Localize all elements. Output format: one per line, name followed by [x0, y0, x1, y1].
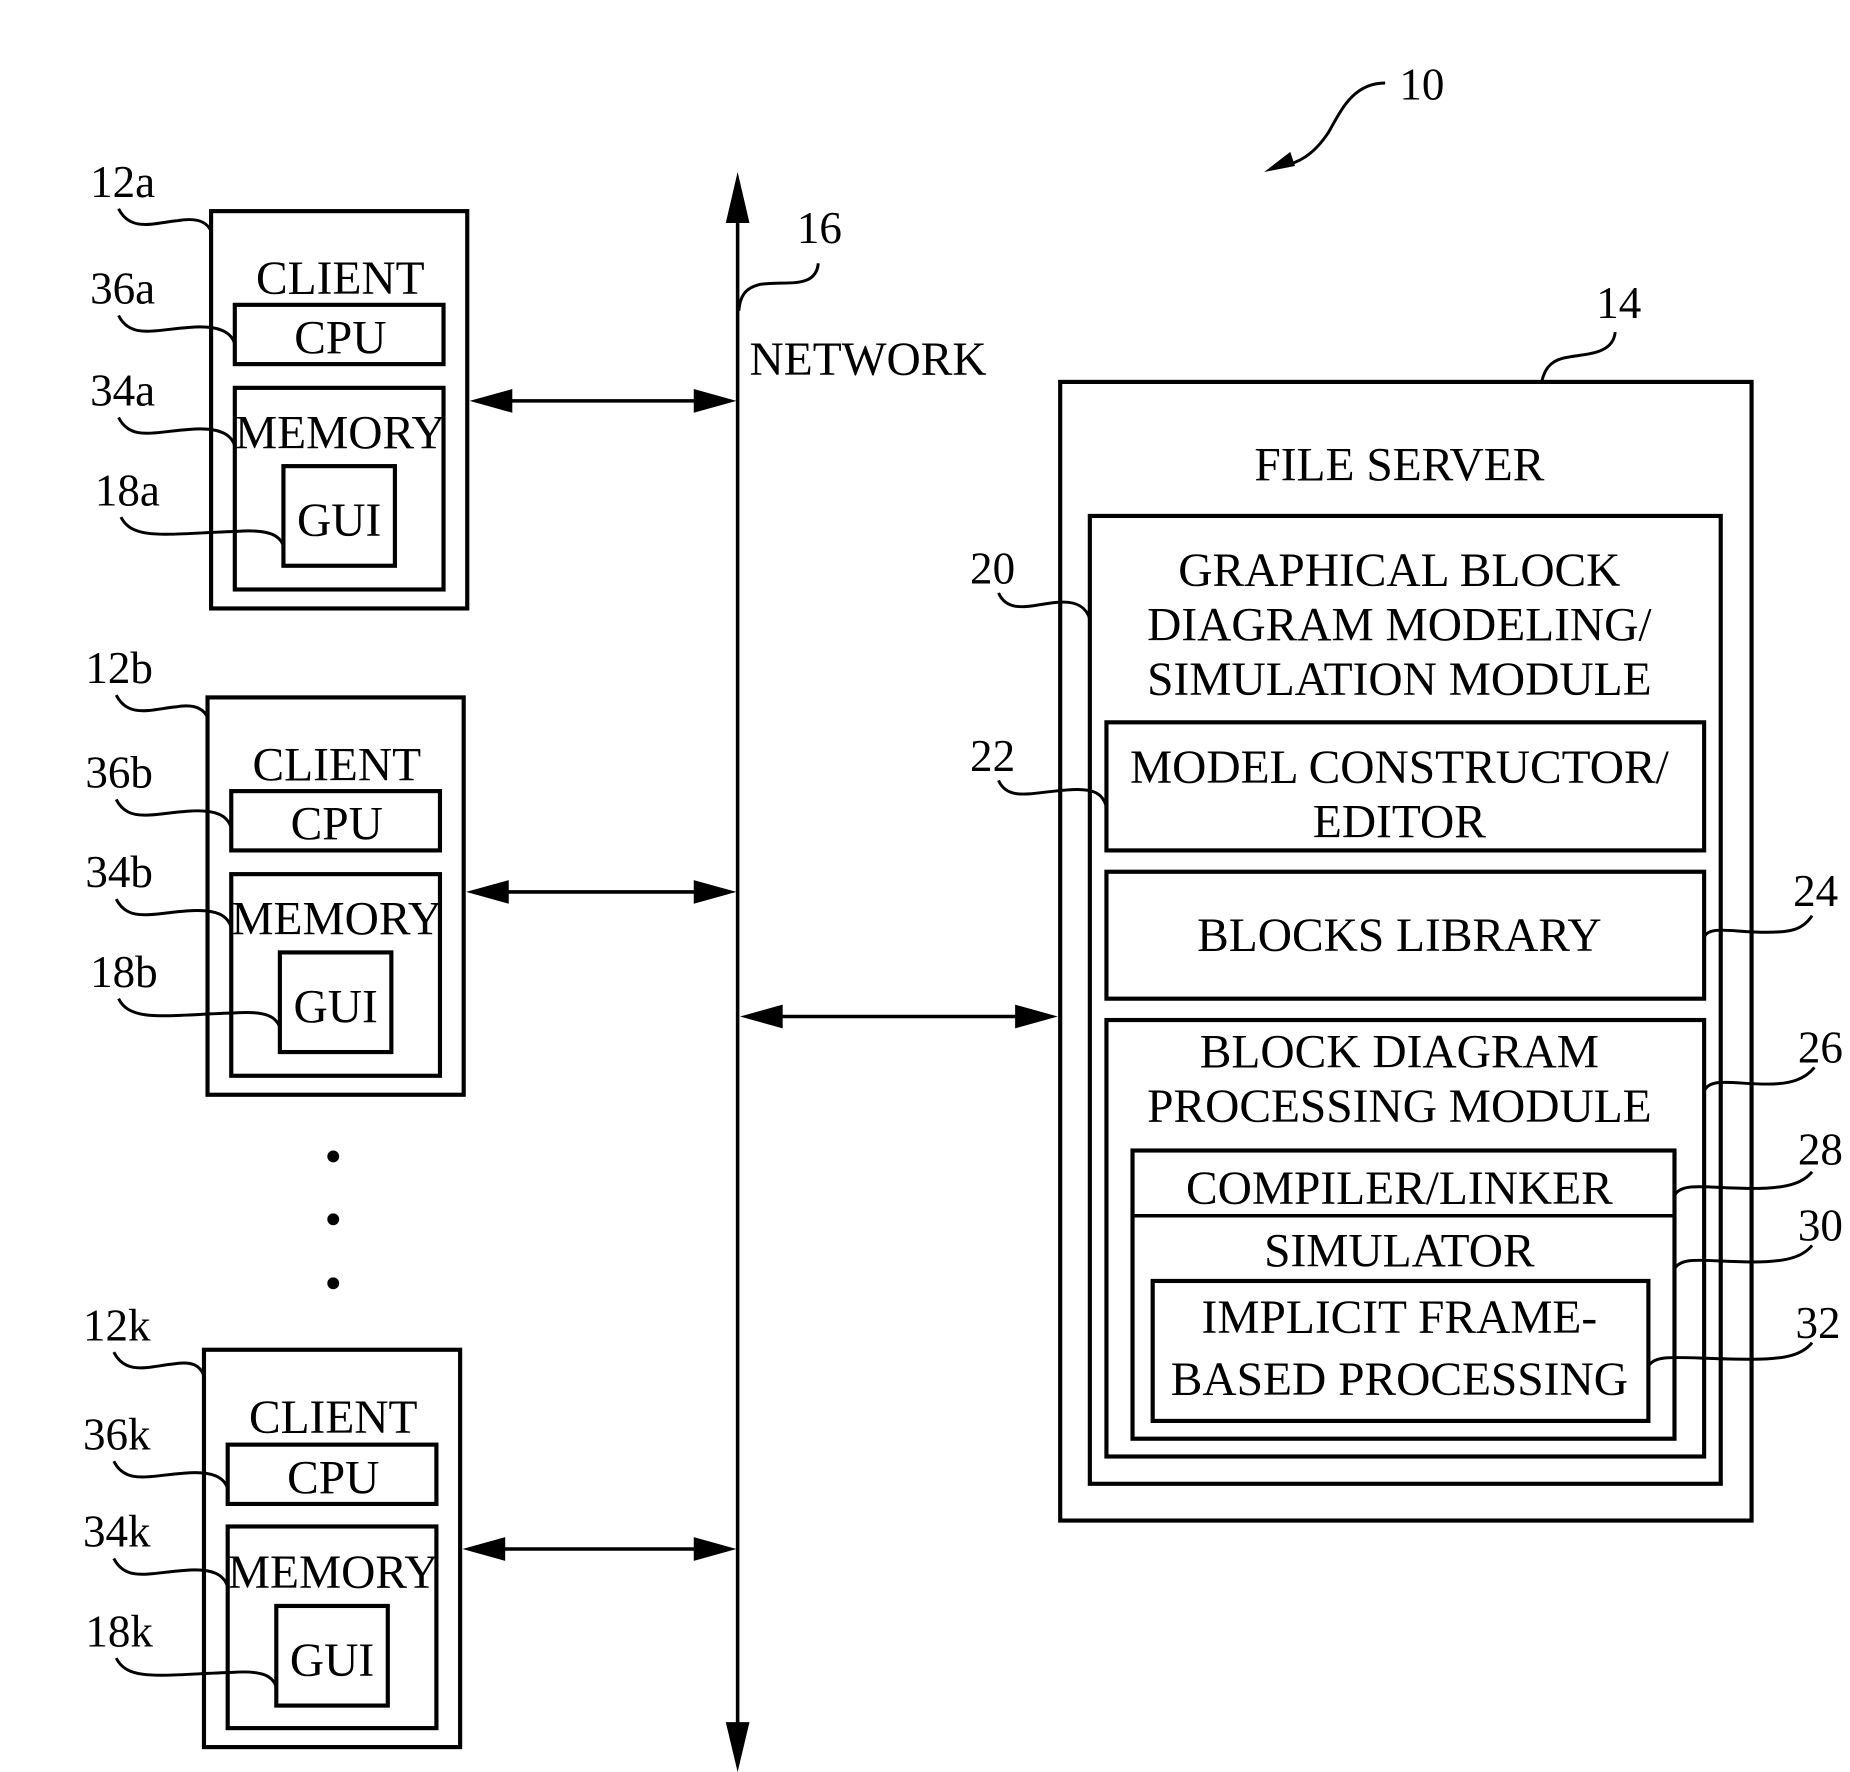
client-a: CLIENT CPU MEMORY GUI 12a 36a 34a 18a [90, 157, 737, 611]
implicit-processing-line-1: IMPLICIT FRAME- [1202, 1292, 1598, 1344]
client-k: CLIENT CPU MEMORY GUI 12k 36k 34k 18k [83, 1300, 737, 1750]
processing-module-line-1: BLOCK DIAGRAM [1200, 1026, 1599, 1078]
client-a-link-arrow-right-icon [693, 389, 737, 413]
client-b-memory-ref: 34b [85, 847, 153, 897]
client-a-cpu-label: CPU [294, 312, 386, 364]
model-constructor-line-2: EDITOR [1313, 796, 1486, 848]
client-a-title: CLIENT [256, 253, 425, 305]
client-a-gui-label: GUI [297, 495, 381, 547]
network-down-arrow-icon [725, 1722, 750, 1772]
client-b-title: CLIENT [253, 739, 422, 791]
client-b: CLIENT CPU MEMORY GUI 12b 36b 34b 18b [85, 643, 737, 1097]
processing-module-line-2: PROCESSING MODULE [1147, 1081, 1652, 1133]
file-server: FILE SERVER 14 GRAPHICAL BLOCK DIAGRAM M… [970, 278, 1843, 1523]
model-constructor-line-1: MODEL CONSTRUCTOR/ [1130, 742, 1670, 794]
client-k-cpu-label: CPU [287, 1452, 379, 1504]
client-k-memory-ref: 34k [83, 1507, 151, 1557]
client-k-cpu-ref: 36k [83, 1409, 151, 1459]
client-b-gui-ref: 18b [90, 947, 158, 997]
client-a-link-arrow-left-icon [469, 389, 513, 413]
ellipsis-dot [327, 1277, 340, 1290]
client-k-gui-ref: 18k [85, 1606, 153, 1656]
client-k-ref: 12k [83, 1300, 151, 1350]
client-k-ref-leader [112, 1351, 206, 1377]
client-b-link-arrow-left-icon [466, 880, 509, 904]
server-link-arrow-right-icon [1015, 1004, 1058, 1029]
system-ref-arrowhead [1264, 151, 1295, 172]
compiler-linker-label: COMPILER/LINKER [1186, 1163, 1613, 1215]
file-server-ref-leader [1540, 331, 1617, 383]
server-link-arrow-left-icon [740, 1004, 783, 1029]
client-a-cpu-ref: 36a [90, 264, 155, 314]
blocks-library-ref: 24 [1793, 866, 1838, 916]
client-b-ref-leader [114, 694, 209, 719]
network-label: NETWORK [750, 334, 987, 386]
client-k-gui-label: GUI [290, 1635, 374, 1687]
system-reference: 10 [1264, 60, 1444, 172]
processing-module-ref: 26 [1798, 1023, 1843, 1073]
client-a-memory-label: MEMORY [235, 407, 446, 459]
implicit-processing-line-2: BASED PROCESSING [1171, 1354, 1628, 1406]
client-b-ref: 12b [85, 643, 153, 693]
client-b-link-arrow-right-icon [693, 880, 737, 904]
model-constructor-ref: 22 [970, 731, 1015, 781]
simulator-ref: 30 [1798, 1201, 1843, 1251]
file-server-ref: 14 [1596, 278, 1641, 328]
network-ref-label: 16 [797, 203, 842, 253]
blocks-library-label: BLOCKS LIBRARY [1197, 910, 1601, 962]
client-k-link-arrow-right-icon [693, 1537, 737, 1561]
more-clients-ellipsis [327, 1150, 340, 1290]
system-ref-leader [1280, 81, 1386, 168]
modeling-module-line-3: SIMULATION MODULE [1147, 654, 1651, 706]
client-k-memory-label: MEMORY [228, 1547, 439, 1599]
client-a-ref-leader [117, 208, 213, 232]
client-a-ref: 12a [90, 157, 155, 207]
modeling-module-line-1: GRAPHICAL BLOCK [1178, 545, 1620, 597]
network-bus: 16 NETWORK [725, 171, 987, 1772]
file-server-title: FILE SERVER [1254, 439, 1544, 491]
modeling-module-ref: 20 [970, 544, 1015, 594]
network-up-arrow-icon [725, 171, 750, 223]
client-k-link-arrow-left-icon [462, 1537, 506, 1561]
system-ref-label: 10 [1399, 60, 1444, 110]
client-b-gui-label: GUI [293, 981, 377, 1033]
server-link [740, 1004, 1058, 1029]
client-a-gui-ref: 18a [95, 465, 160, 515]
compiler-linker-ref: 28 [1798, 1125, 1843, 1175]
network-ref-leader [737, 263, 820, 311]
client-k-title: CLIENT [249, 1392, 418, 1444]
ellipsis-dot [327, 1150, 340, 1163]
client-b-cpu-label: CPU [291, 799, 383, 851]
client-a-memory-ref: 34a [90, 366, 155, 416]
simulator-label: SIMULATOR [1264, 1226, 1535, 1278]
implicit-processing-ref: 32 [1795, 1298, 1840, 1348]
client-b-cpu-ref: 36b [85, 748, 153, 798]
system-block-diagram: 10 16 NETWORK CLIENT CPU MEMORY GUI 12a … [83, 60, 1843, 1772]
client-b-memory-label: MEMORY [231, 894, 442, 946]
ellipsis-dot [327, 1213, 340, 1226]
modeling-module-line-2: DIAGRAM MODELING/ [1147, 599, 1652, 651]
